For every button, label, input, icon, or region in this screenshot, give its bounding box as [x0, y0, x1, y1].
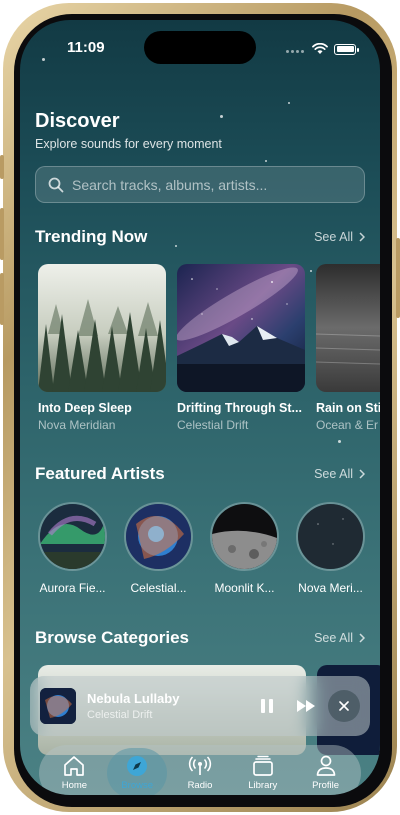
wifi-icon [312, 43, 328, 54]
night-sky-avatar [296, 502, 365, 571]
aurora-avatar [38, 502, 107, 571]
moon-avatar [210, 502, 279, 571]
star [338, 440, 341, 443]
star [220, 115, 223, 118]
tab-profile[interactable]: Profile [296, 748, 356, 795]
search-icon [48, 177, 64, 192]
section-title: Featured Artists [35, 464, 165, 483]
see-all-label: See All [314, 467, 353, 481]
star [265, 160, 267, 162]
see-all-trending-button[interactable]: See All [314, 230, 365, 244]
track-artist: Celestial Drift [177, 418, 249, 432]
section-title: Browse Categories [35, 628, 189, 647]
artist-item[interactable]: Aurora Fie... [38, 502, 107, 595]
app-screen: 11:09 Discover Explore sounds for every … [20, 20, 380, 795]
track-card[interactable]: Rain on Sti Ocean & Er [316, 264, 380, 432]
rain-artwork [316, 264, 380, 392]
now-playing-bar[interactable]: Nebula Lullaby Celestial Drift [30, 676, 370, 736]
see-all-categories-button[interactable]: See All [314, 631, 365, 645]
volume-up-button [0, 208, 4, 260]
page-title: Discover [35, 110, 120, 132]
pause-icon [261, 699, 273, 713]
library-icon [252, 755, 273, 776]
featured-artists-header: Featured Artists See All [35, 464, 365, 484]
see-all-label: See All [314, 631, 353, 645]
tab-browse[interactable]: Browse [107, 748, 168, 795]
tab-label: Radio [187, 780, 213, 791]
track-title: Drifting Through St... [177, 401, 302, 415]
fast-forward-icon [297, 700, 315, 712]
search-input[interactable] [72, 176, 342, 193]
trending-header: Trending Now See All [35, 227, 365, 247]
tab-bar: Home Browse Radio Library Profile [39, 745, 361, 795]
star [42, 58, 45, 61]
battery-icon [334, 43, 359, 55]
artist-item[interactable]: Moonlit K... [210, 502, 279, 595]
track-artist: Ocean & Er [316, 418, 379, 432]
volume-down-button [0, 273, 4, 325]
power-button [396, 238, 400, 318]
now-playing-info: Nebula Lullaby Celestial Drift [87, 691, 250, 721]
artist-name: Celestial... [130, 581, 187, 595]
chevron-right-icon [359, 469, 365, 479]
see-all-artists-button[interactable]: See All [314, 467, 365, 481]
track-card[interactable]: Drifting Through St... Celestial Drift [177, 264, 305, 432]
house-icon [64, 756, 85, 776]
artist-name: Moonlit K... [214, 581, 275, 595]
close-icon [339, 701, 349, 711]
track-title: Into Deep Sleep [38, 401, 132, 415]
now-playing-title: Nebula Lullaby [87, 691, 180, 706]
tab-label: Home [61, 780, 88, 791]
star [288, 102, 290, 104]
forest-artwork [38, 264, 166, 392]
tab-library[interactable]: Library [233, 748, 293, 795]
track-artist: Nova Meridian [38, 418, 116, 432]
artist-item[interactable]: Nova Meri... [296, 502, 365, 595]
compass-icon [127, 756, 148, 776]
status-icons [286, 40, 359, 58]
see-all-label: See All [314, 230, 353, 244]
antenna-icon [188, 756, 212, 775]
nebula-avatar [124, 502, 193, 571]
chevron-right-icon [359, 232, 365, 242]
status-time: 11:09 [67, 39, 105, 56]
artist-item[interactable]: Celestial... [124, 502, 193, 595]
artist-name: Aurora Fie... [39, 581, 106, 595]
tab-radio[interactable]: Radio [170, 748, 230, 795]
person-icon [316, 755, 335, 776]
skip-forward-button[interactable] [296, 699, 316, 713]
search-bar[interactable] [35, 166, 365, 203]
artist-name: Nova Meri... [298, 581, 363, 595]
milky-way-artwork [177, 264, 305, 392]
tab-label: Profile [312, 780, 340, 791]
categories-header: Browse Categories See All [35, 628, 365, 648]
close-player-button[interactable] [328, 690, 360, 722]
tab-label: Library [248, 780, 278, 791]
artists-row[interactable]: Aurora Fie... Celestial... Moonlit K... … [38, 502, 365, 595]
dynamic-island [144, 31, 256, 64]
track-card[interactable]: Into Deep Sleep Nova Meridian [38, 264, 166, 432]
now-playing-artist: Celestial Drift [87, 709, 153, 721]
section-title: Trending Now [35, 227, 148, 246]
pause-button[interactable] [260, 698, 274, 714]
tab-label: Browse [121, 780, 154, 791]
mute-switch [0, 155, 4, 179]
signal-icon [286, 40, 306, 58]
tab-home[interactable]: Home [44, 748, 104, 795]
chevron-right-icon [359, 633, 365, 643]
trending-carousel[interactable]: Into Deep Sleep Nova Meridian Drifting T… [38, 264, 380, 432]
track-title: Rain on Sti [316, 401, 380, 415]
page-subtitle: Explore sounds for every moment [35, 137, 222, 151]
now-playing-artwork [40, 688, 76, 724]
